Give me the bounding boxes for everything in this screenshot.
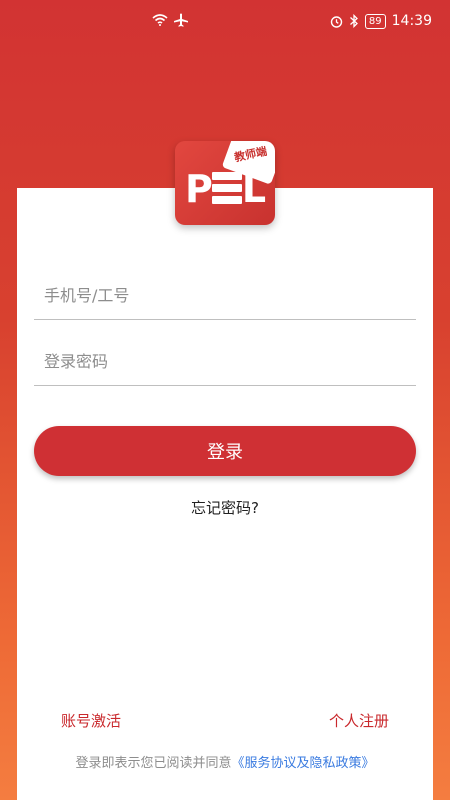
account-input[interactable] xyxy=(34,272,416,320)
password-input[interactable] xyxy=(34,338,416,386)
forgot-password-link[interactable]: 忘记密码? xyxy=(0,497,450,518)
airplane-icon xyxy=(174,13,188,27)
register-link[interactable]: 个人注册 xyxy=(329,710,389,731)
login-button[interactable]: 登录 xyxy=(34,426,416,476)
status-time: 14:39 xyxy=(391,13,432,29)
activate-account-link[interactable]: 账号激活 xyxy=(61,710,121,731)
policy-link[interactable]: 《服务协议及隐私政策》 xyxy=(232,756,375,771)
alarm-icon xyxy=(330,15,343,28)
status-right-icons: 89 14:39 xyxy=(330,13,432,29)
logo-letter-b xyxy=(211,172,242,206)
battery-indicator: 89 xyxy=(364,13,386,29)
logo-letter-p: P xyxy=(185,167,213,211)
bluetooth-icon xyxy=(349,14,358,28)
app-logo: PL 教师端 xyxy=(175,141,275,225)
status-left-icons xyxy=(152,13,188,27)
status-bar: 89 14:39 xyxy=(0,0,450,44)
agreement-prefix: 登录即表示您已阅读并同意 xyxy=(75,756,232,771)
wifi-icon xyxy=(152,14,168,26)
agreement-text: 登录即表示您已阅读并同意《服务协议及隐私政策》 xyxy=(0,752,450,771)
